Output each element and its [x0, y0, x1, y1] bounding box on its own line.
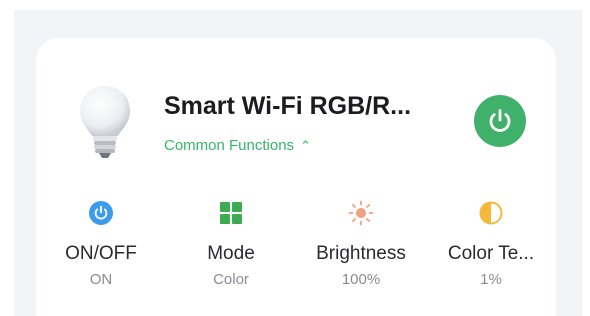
function-brightness[interactable]: Brightness 100% — [306, 200, 416, 289]
function-value: Color — [213, 271, 249, 288]
function-value: 1% — [480, 271, 502, 288]
power-button[interactable] — [474, 95, 526, 147]
power-icon — [89, 201, 113, 225]
function-value: 100% — [341, 271, 381, 288]
grid-icon — [220, 202, 242, 224]
power-icon — [489, 109, 511, 132]
common-functions-label: Common Functions — [164, 137, 295, 154]
light-bulb-icon — [80, 86, 130, 158]
function-mode[interactable]: Mode Color — [176, 200, 286, 289]
function-color-temperature[interactable]: Color Te... 1% — [436, 200, 546, 289]
function-label: Mode — [207, 243, 255, 264]
function-label: Color Te... — [447, 243, 535, 264]
chevron-up-icon: ⌃ — [300, 138, 311, 153]
function-label: Brightness — [316, 243, 406, 264]
function-label: ON/OFF — [65, 243, 137, 264]
function-value: ON — [89, 271, 113, 288]
device-name: Smart Wi-Fi RGB/R... — [164, 92, 412, 120]
half-circle-icon — [479, 201, 503, 225]
sun-icon — [348, 200, 374, 226]
function-on-off[interactable]: ON/OFF ON — [46, 200, 156, 289]
common-functions-toggle[interactable]: Common Functions ⌃ — [164, 137, 311, 155]
